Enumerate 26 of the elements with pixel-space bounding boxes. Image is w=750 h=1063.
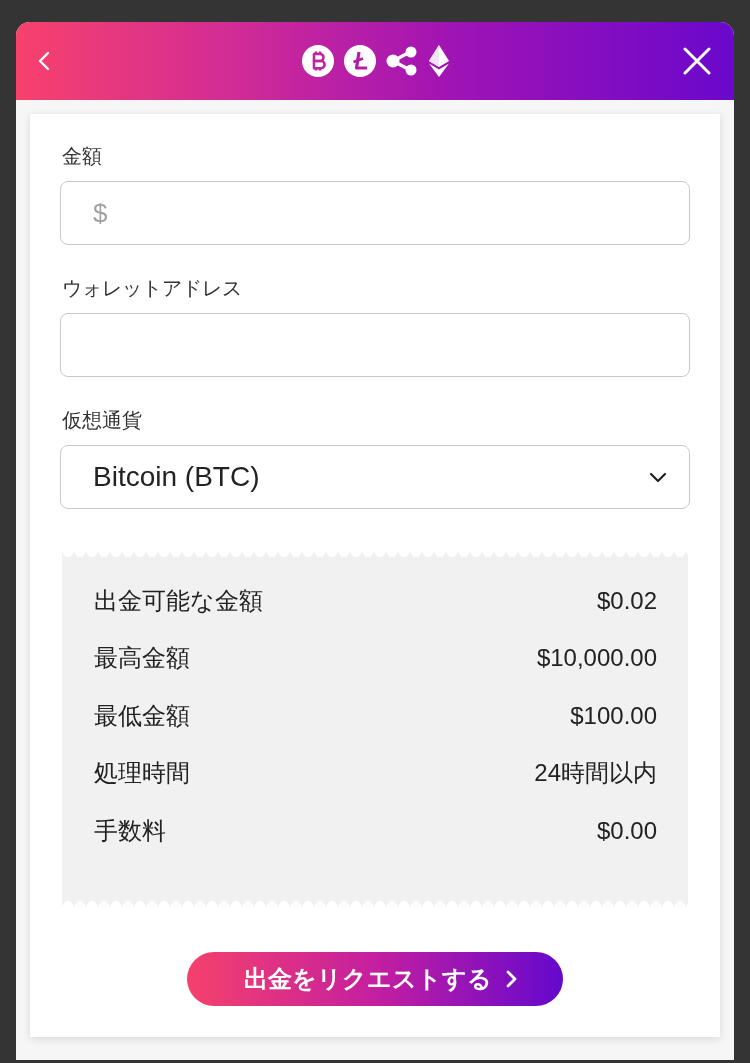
summary-label: 処理時間 [94,758,190,789]
summary-value: $10,000.00 [536,643,657,674]
summary-label: 手数料 [94,815,166,846]
field-label: 金額 [62,144,103,168]
wallet-address-field[interactable] [60,313,690,377]
summary-label: 最高金額 [94,643,190,674]
litecoin-coin-icon [344,45,376,77]
nodes-icon [386,46,418,76]
summary-label: 最低金額 [94,700,190,731]
close-button[interactable] [682,46,712,76]
field-label: ウォレットアドレス [62,276,243,300]
amount-field[interactable]: $ [60,181,690,245]
field-label: 仮想通貨 [62,408,143,432]
chevron-right-icon [505,969,517,988]
ethereum-diamond-icon [428,45,450,77]
currency-select[interactable]: Bitcoin (BTC) [60,445,690,509]
summary-value: $0.02 [596,585,657,616]
chevron-left-icon [38,51,50,71]
request-withdrawal-button[interactable]: 出金をリクエストする [187,951,563,1006]
summary-value: $100.00 [570,700,657,731]
summary-value: 24時間以内 [534,758,657,789]
summary-label: 出金可能な金額 [94,585,263,616]
chevron-down-icon [649,471,667,483]
summary-value: $0.00 [596,815,657,846]
bitcoin-coin-icon [302,45,334,77]
close-icon [683,47,711,75]
